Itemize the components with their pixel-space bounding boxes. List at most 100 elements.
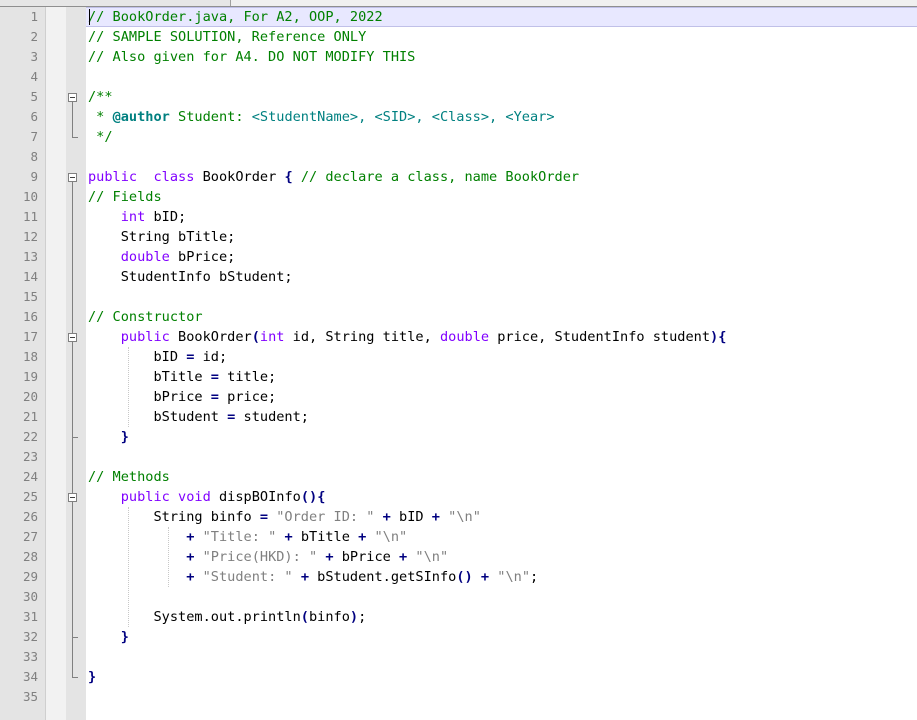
code-line[interactable]: bPrice = price; (88, 387, 276, 407)
code-line[interactable]: String binfo = "Order ID: " + bID + "\n" (88, 507, 480, 527)
code-token: student; (235, 409, 310, 425)
fold-toggle-icon[interactable] (68, 333, 77, 342)
code-token: class (153, 169, 195, 185)
code-token: (){ (300, 489, 326, 505)
code-token: bPrice; (169, 249, 236, 265)
code-token: + (431, 509, 440, 525)
code-line[interactable]: } (88, 667, 96, 687)
code-token: + (325, 549, 334, 565)
code-token: "\n" (497, 569, 531, 585)
code-token: () (456, 569, 473, 585)
code-token: String bTitle; (88, 229, 236, 245)
line-number: 22 (22, 429, 38, 444)
code-token: // Constructor (88, 309, 203, 325)
code-token: // declare a class, name BookOrder (300, 169, 580, 185)
code-token: ( (251, 329, 260, 345)
code-line[interactable]: } (88, 627, 129, 647)
indent-guide (168, 527, 169, 587)
code-line[interactable]: StudentInfo bStudent; (88, 267, 293, 287)
fold-line (72, 182, 73, 677)
code-line[interactable]: // Fields (88, 187, 162, 207)
code-line[interactable]: // Also given for A4. DO NOT MODIFY THIS (88, 47, 415, 67)
line-number: 32 (22, 629, 38, 644)
code-line[interactable]: } (88, 427, 129, 447)
code-token: "\n" (415, 549, 449, 565)
line-number: 1 (30, 9, 38, 24)
line-number: 14 (22, 269, 38, 284)
code-token: ){ (710, 329, 727, 345)
code-token: * (88, 109, 113, 125)
fold-end (72, 137, 78, 138)
code-line[interactable]: + "Student: " + bStudent.getSInfo() + "\… (88, 567, 538, 587)
code-token: + (480, 569, 490, 585)
line-number: 5 (30, 89, 38, 104)
code-line[interactable]: bTitle = title; (88, 367, 276, 387)
line-number: 16 (22, 309, 38, 324)
code-line[interactable]: // Methods (88, 467, 170, 487)
line-number: 9 (30, 169, 38, 184)
line-number: 10 (22, 189, 38, 204)
line-number: 21 (22, 409, 38, 424)
line-number: 27 (22, 529, 38, 544)
code-token: int (120, 209, 146, 225)
code-line[interactable]: bStudent = student; (88, 407, 309, 427)
code-token: BookOrder (194, 169, 285, 185)
code-line[interactable]: int bID; (88, 207, 186, 227)
code-token: bID (88, 349, 187, 365)
code-line[interactable]: public BookOrder(int id, String title, d… (88, 327, 727, 347)
code-line[interactable]: double bPrice; (88, 247, 236, 267)
line-number: 8 (30, 149, 38, 164)
code-line[interactable]: public class BookOrder { // declare a cl… (88, 167, 579, 187)
line-number: 35 (22, 689, 38, 704)
code-token: } (120, 629, 129, 645)
code-line[interactable]: * @author Student: <StudentName>, <SID>,… (88, 107, 554, 127)
code-token: "\n" (374, 529, 408, 545)
code-line[interactable]: */ (88, 127, 112, 147)
fold-toggle-icon[interactable] (68, 493, 77, 502)
code-line[interactable]: System.out.println(binfo); (88, 607, 366, 627)
code-line[interactable]: /** (88, 87, 113, 107)
code-line[interactable]: public void dispBOInfo(){ (88, 487, 326, 507)
document-tab[interactable] (0, 0, 231, 6)
code-editor[interactable]: 1 // BookOrder.java, For A2, OOP, 2022 2 //… (0, 0, 917, 720)
code-token: bPrice (88, 389, 211, 405)
code-token: // SAMPLE SOLUTION, Reference ONLY (88, 29, 367, 45)
line-number: 24 (22, 469, 38, 484)
code-token: + (382, 509, 391, 525)
fold-toggle-icon[interactable] (68, 173, 77, 182)
code-line[interactable]: bID = id; (88, 347, 227, 367)
code-token: bPrice (333, 549, 400, 565)
code-line[interactable]: + "Price(HKD): " + bPrice + "\n" (88, 547, 448, 567)
code-token: bID (390, 509, 432, 525)
code-token: bTitle (88, 369, 211, 385)
code-token: // Fields (88, 189, 162, 205)
code-line[interactable]: // SAMPLE SOLUTION, Reference ONLY (88, 27, 366, 47)
code-line[interactable]: + "Title: " + bTitle + "\n" (88, 527, 407, 547)
code-line[interactable]: // Constructor (88, 307, 203, 327)
code-token: price, StudentInfo student (489, 329, 711, 345)
code-line[interactable]: // BookOrder.java, For A2, OOP, 2022 (88, 7, 383, 27)
code-token: title; (218, 369, 277, 385)
fold-toggle-icon[interactable] (68, 93, 77, 102)
code-token: // Also given for A4. DO NOT MODIFY THIS (88, 49, 416, 65)
fold-margin (45, 7, 67, 720)
code-line[interactable]: String bTitle; (88, 227, 236, 247)
code-token: + (284, 529, 293, 545)
code-token: public (88, 169, 138, 185)
code-token: Student: (169, 109, 252, 125)
code-token: bID; (145, 209, 187, 225)
line-number: 19 (22, 369, 38, 384)
code-token: id; (194, 349, 228, 365)
code-token: public (120, 329, 170, 345)
